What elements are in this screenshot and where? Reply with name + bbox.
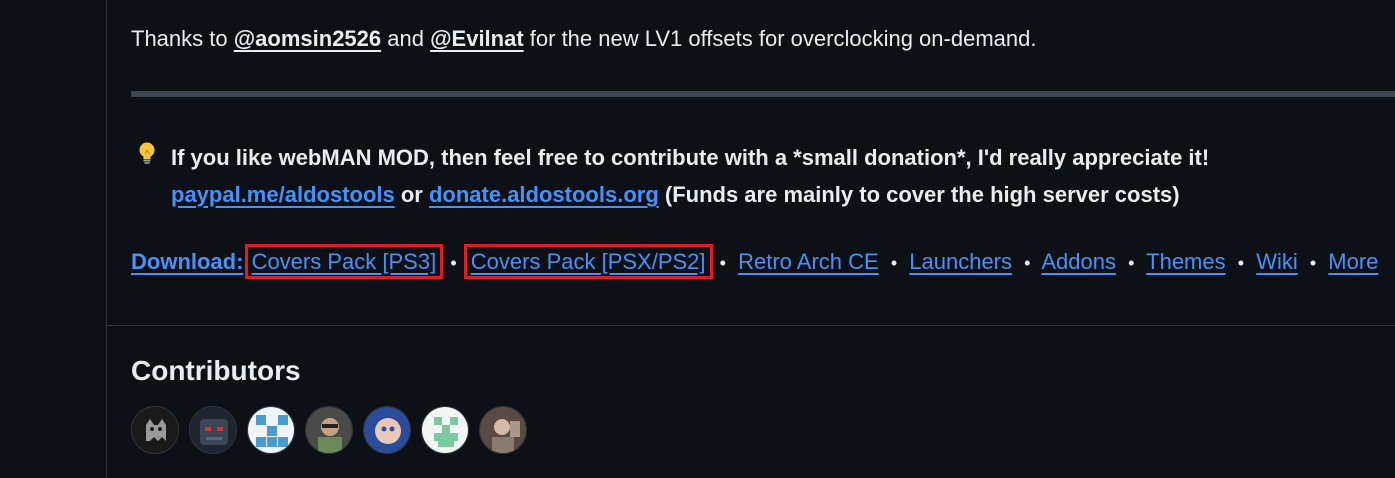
avatar[interactable] [305, 406, 353, 454]
bullet-separator: • [450, 253, 457, 273]
bullet-separator: • [719, 253, 726, 273]
bullet-separator: • [1128, 253, 1135, 273]
thanks-prefix: Thanks to [131, 26, 234, 51]
donation-text: If you like webMAN MOD, then feel free t… [171, 145, 1210, 170]
addons-link[interactable]: Addons [1041, 249, 1116, 274]
download-links-row: Download: Covers Pack [PS3] • Covers Pac… [131, 244, 1378, 279]
left-rail-divider [106, 0, 107, 478]
donate-site-link[interactable]: donate.aldostools.org [429, 182, 659, 207]
donation-note: If you like webMAN MOD, then feel free t… [137, 140, 1209, 212]
horizontal-rule [131, 91, 1395, 97]
bullet-separator: • [1237, 253, 1245, 273]
covers-pack-ps3-link[interactable]: Covers Pack [PS3] [244, 244, 444, 279]
mention-evilnat[interactable]: @Evilnat [430, 26, 524, 51]
launchers-link[interactable]: Launchers [909, 249, 1012, 274]
wiki-link[interactable]: Wiki [1256, 249, 1298, 274]
more-link[interactable]: More [1328, 249, 1378, 274]
paypal-link[interactable]: paypal.me/aldostools [171, 182, 395, 207]
donation-or: or [394, 182, 429, 207]
retro-arch-ce-link[interactable]: Retro Arch CE [738, 249, 879, 274]
avatar[interactable] [421, 406, 469, 454]
bullet-separator: • [1024, 253, 1031, 273]
covers-pack-psx-ps2-link[interactable]: Covers Pack [PSX/PS2] [463, 244, 713, 279]
lightbulb-icon [137, 141, 165, 177]
avatar[interactable] [479, 406, 527, 454]
avatar[interactable] [247, 406, 295, 454]
avatar[interactable] [363, 406, 411, 454]
bullet-separator: • [1309, 253, 1317, 273]
download-label-link[interactable]: Download: [131, 249, 243, 274]
avatar[interactable] [189, 406, 237, 454]
donation-funds-note: (Funds are mainly to cover the high serv… [658, 182, 1180, 207]
thanks-line: Thanks to @aomsin2526 and @Evilnat for t… [131, 26, 1036, 52]
section-divider [107, 325, 1395, 326]
bullet-separator: • [890, 253, 898, 273]
thanks-suffix: for the new LV1 offsets for overclocking… [523, 26, 1037, 51]
thanks-middle: and [381, 26, 431, 51]
readme-page: Thanks to @aomsin2526 and @Evilnat for t… [0, 0, 1395, 478]
avatar[interactable] [131, 406, 179, 454]
contributors-avatar-list [131, 406, 527, 454]
contributors-heading: Contributors [131, 355, 301, 386]
mention-aomsin2526[interactable]: @aomsin2526 [234, 26, 381, 51]
themes-link[interactable]: Themes [1146, 249, 1225, 274]
